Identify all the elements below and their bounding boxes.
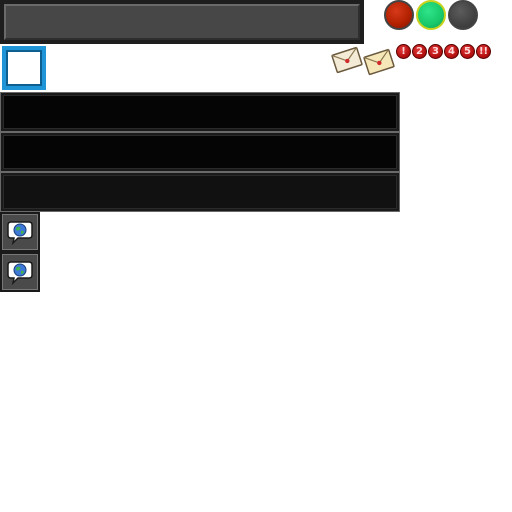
red-status-orb[interactable] xyxy=(384,0,414,30)
top-text-bar xyxy=(0,0,364,44)
combo-counter: ! 2 3 4 5 !! xyxy=(396,44,491,60)
combo-dot: 5 xyxy=(460,44,475,59)
combo-dot: !! xyxy=(476,44,491,59)
chat-button-face xyxy=(2,214,38,250)
globe-chat-icon xyxy=(7,261,33,286)
combo-dot: 4 xyxy=(444,44,459,59)
dark-bar-content xyxy=(3,175,397,209)
game-hud: ! 2 3 4 5 !! xyxy=(0,0,512,512)
envelope-icon[interactable] xyxy=(331,46,364,74)
dark-bar-content xyxy=(3,95,397,129)
chat-button-1[interactable] xyxy=(0,212,40,252)
grey-status-orb[interactable] xyxy=(448,0,478,30)
envelope-icon[interactable] xyxy=(363,48,396,76)
dark-bar-2[interactable] xyxy=(0,132,400,172)
combo-dot: 3 xyxy=(428,44,443,59)
selected-slot[interactable] xyxy=(2,46,46,90)
green-status-orb[interactable] xyxy=(416,0,446,30)
top-text-field[interactable] xyxy=(4,4,360,40)
chat-button-face xyxy=(2,254,38,290)
chat-button-2[interactable] xyxy=(0,252,40,292)
dark-bar-3[interactable] xyxy=(0,172,400,212)
dark-bar-1[interactable] xyxy=(0,92,400,132)
combo-dot: 2 xyxy=(412,44,427,59)
slot-content xyxy=(6,50,42,86)
combo-dot: ! xyxy=(396,44,411,59)
globe-chat-icon xyxy=(7,221,33,246)
dark-bar-content xyxy=(3,135,397,169)
